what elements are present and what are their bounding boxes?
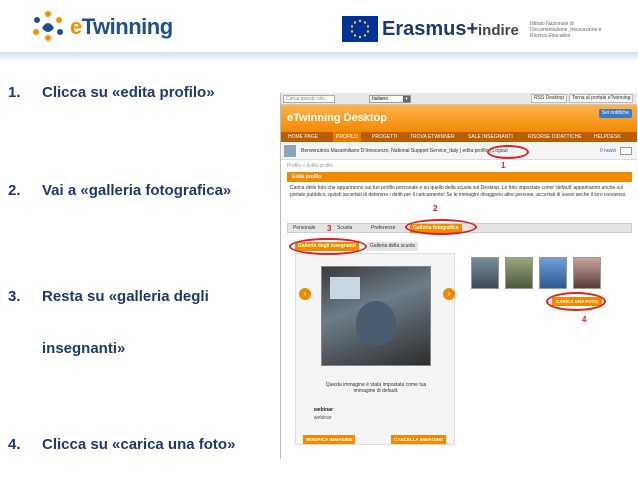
selected-photo[interactable] <box>321 266 431 366</box>
etwinning-desktop-brand: eTwinning Desktop <box>287 112 388 124</box>
nav-home[interactable]: HOME PAGE <box>285 132 321 142</box>
notifications-badge[interactable]: Sei notifiche <box>598 109 632 118</box>
photo-title-value: webinar <box>314 415 332 421</box>
delete-image-button[interactable]: CANCELLA IMMAGINE <box>391 435 446 444</box>
indire-logo-text: indire <box>478 22 519 39</box>
indire-tagline: Istituto Nazionale di Documentazione, In… <box>530 21 602 39</box>
welcome-text[interactable]: Benvenuto/a Massimiliano D'Innocenzo, Na… <box>301 148 508 154</box>
photo-caption: Questa immagine è stata impostata come t… <box>325 382 427 394</box>
star-figure-icon <box>33 11 63 41</box>
nav-profilo[interactable]: PROFILO <box>333 132 361 142</box>
tab-galleria-scuola[interactable]: Galleria della scuola <box>367 242 419 251</box>
top-utility-bar: Cerca questo sito Italiano ▼ RSS Desktop… <box>281 93 637 105</box>
annotation-number-3: 3 <box>327 224 332 233</box>
nav-risorse-didattiche[interactable]: RISORSE DIDATTICHE <box>525 132 585 142</box>
photo-title-label: webinar <box>314 407 333 413</box>
annotation-ring-2 <box>405 219 477 235</box>
breadcrumb: Profilo » Edita profilo <box>287 163 334 169</box>
eu-flag-icon <box>342 16 378 42</box>
welcome-bar: Benvenuto/a Massimiliano D'Innocenzo, Na… <box>281 142 637 160</box>
annotation-ring-4 <box>546 292 606 311</box>
tab-scuola[interactable]: Scuola <box>334 224 355 233</box>
step-4: 4. Clicca su «carica una foto» <box>8 436 236 453</box>
language-select[interactable]: Italiano ▼ <box>369 95 411 103</box>
section-description: Carica delle foto che appariranno sul tu… <box>290 185 627 198</box>
avatar <box>284 145 296 157</box>
erasmus-logo-text: Erasmus+ <box>382 18 479 40</box>
desktop-banner: eTwinning Desktop Sei notifiche <box>281 105 637 132</box>
section-title: Edita profilo <box>287 172 632 182</box>
back-to-portal-button[interactable]: Torna al portale eTwinning <box>569 94 634 103</box>
step-2: 2. Vai a «galleria fotografica» <box>8 182 232 199</box>
thumbnail-1[interactable] <box>471 257 499 289</box>
step-1: 1. Clicca su «edita profilo» <box>8 84 215 101</box>
gallery-panel: Questa immagine è stata impostata come t… <box>295 253 455 445</box>
tab-personale[interactable]: Personale <box>290 224 319 233</box>
thumbnail-2[interactable] <box>505 257 533 289</box>
nav-sale-insegnanti[interactable]: SALE INSEGNANTI <box>465 132 516 142</box>
thumbnail-3[interactable] <box>539 257 567 289</box>
edit-image-button[interactable]: MODIFICA IMMAGINE <box>303 435 356 444</box>
chevron-down-icon: ▼ <box>403 96 410 102</box>
step-3: 3. Resta su «galleria degli <box>8 288 209 305</box>
rss-desktop-button[interactable]: RSS Desktop <box>531 94 568 103</box>
photo-monitor <box>330 277 360 299</box>
annotation-ring-3 <box>289 238 367 255</box>
nav-helpdesk[interactable]: HELPDESK <box>591 132 624 142</box>
etwinning-desktop-screenshot: Cerca questo sito Italiano ▼ RSS Desktop… <box>280 93 637 459</box>
annotation-ring-1 <box>487 145 529 159</box>
header-divider <box>0 52 638 62</box>
site-search-input[interactable]: Cerca questo sito <box>283 95 335 103</box>
thumbnail-4[interactable] <box>573 257 601 289</box>
annotation-number-2: 2 <box>433 204 438 213</box>
envelope-icon[interactable] <box>620 147 632 155</box>
main-nav: HOME PAGE PROFILO PROGETTI TROVA ETWINNE… <box>281 132 637 142</box>
nav-trova-etwinner[interactable]: TROVA ETWINNER <box>407 132 458 142</box>
photo-person <box>356 301 396 345</box>
annotation-number-4: 4 <box>582 315 587 324</box>
etwinning-logo: eTwinning <box>28 6 173 48</box>
messages-count[interactable]: 0 nuovi <box>600 148 616 154</box>
tab-preferenze[interactable]: Preferenze <box>368 224 398 233</box>
step-3-continued: insegnanti» <box>42 340 126 357</box>
nav-progetti[interactable]: PROGETTI <box>369 132 401 142</box>
etwinning-logo-text: eTwinning <box>70 14 173 39</box>
next-arrow-icon[interactable]: › <box>443 288 455 300</box>
previous-arrow-icon[interactable]: ‹ <box>299 288 311 300</box>
annotation-number-1: 1 <box>501 161 506 170</box>
